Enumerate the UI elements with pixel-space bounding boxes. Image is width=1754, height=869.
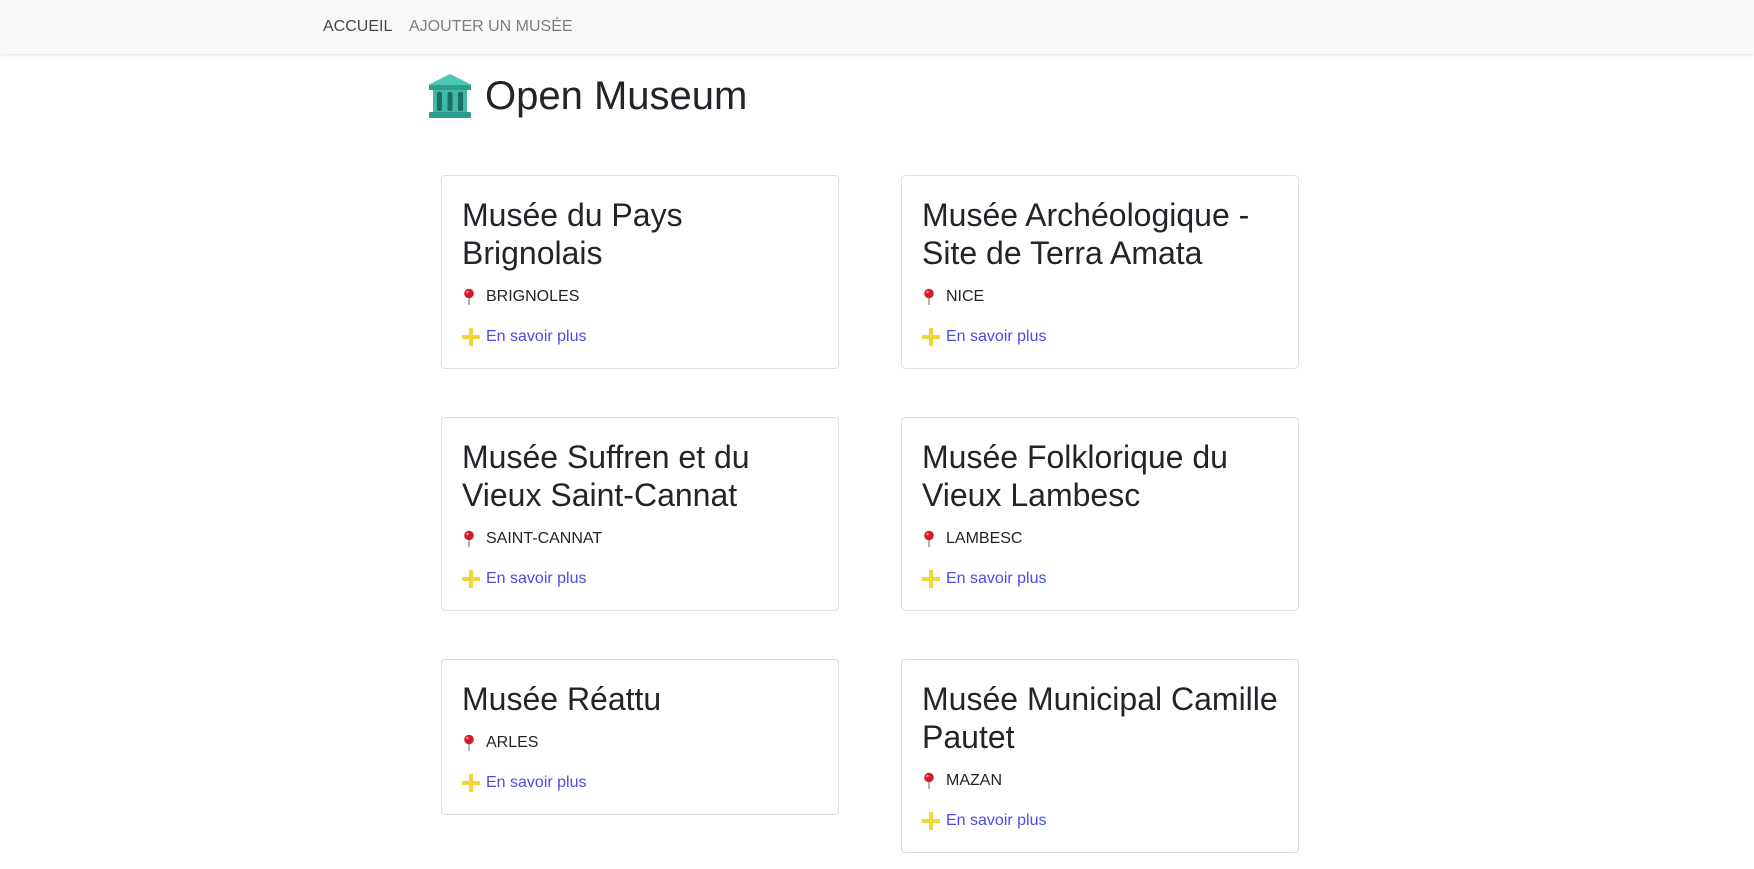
museum-name: Musée Réattu	[462, 681, 662, 717]
museum-name: Musée Suffren et du Vieux Saint-Cannat	[462, 439, 750, 513]
museum-city: Saint-Cannat	[486, 530, 603, 547]
museum-city: Mazan	[946, 772, 1002, 789]
museum-city: Arles	[486, 734, 539, 751]
learn-more-label[interactable]: En savoir plus	[946, 328, 1047, 346]
nav-link-add-museum[interactable]: Ajouter un musée	[409, 18, 573, 36]
plus-icon	[462, 774, 480, 792]
learn-more-link[interactable]: En savoir plus	[922, 326, 1278, 348]
pin-icon	[922, 772, 936, 790]
pin-icon	[462, 734, 476, 752]
museum-location: Saint-Cannat	[462, 528, 818, 550]
learn-more-link[interactable]: En savoir plus	[922, 810, 1278, 832]
museum-name: Musée du Pays Brignolais	[462, 197, 683, 271]
museum-card: Musée Folklorique du Vieux Lambesc Lambe…	[901, 417, 1299, 611]
learn-more-label[interactable]: En savoir plus	[486, 774, 587, 792]
museum-card: Musée du Pays Brignolais Brignoles En sa…	[441, 175, 839, 369]
learn-more-link[interactable]: En savoir plus	[462, 772, 818, 794]
museum-name: Musée Folklorique du Vieux Lambesc	[922, 439, 1228, 513]
plus-icon	[462, 328, 480, 346]
plus-icon	[922, 570, 940, 588]
learn-more-link[interactable]: En savoir plus	[462, 326, 818, 348]
museum-location: Mazan	[922, 770, 1278, 792]
museum-city: Lambesc	[946, 530, 1023, 547]
pin-icon	[462, 530, 476, 548]
learn-more-label[interactable]: En savoir plus	[946, 812, 1047, 830]
learn-more-label[interactable]: En savoir plus	[486, 570, 587, 588]
top-navbar: Accueil Ajouter un musée	[0, 0, 1754, 54]
pin-icon	[922, 288, 936, 306]
learn-more-link[interactable]: En savoir plus	[922, 568, 1278, 590]
museum-location: Lambesc	[922, 528, 1278, 550]
pin-icon	[922, 530, 936, 548]
learn-more-label[interactable]: En savoir plus	[946, 570, 1047, 588]
museum-location: Nice	[922, 286, 1278, 308]
museum-card: Musée Archéologique - Site de Terra Amat…	[901, 175, 1299, 369]
museum-building-icon	[426, 72, 474, 120]
page-title: Open Museum	[426, 70, 747, 122]
learn-more-label[interactable]: En savoir plus	[486, 328, 587, 346]
museum-name: Musée Municipal Camille Pautet	[922, 681, 1278, 755]
museum-location: Arles	[462, 732, 818, 754]
nav-link-home[interactable]: Accueil	[323, 18, 392, 36]
pin-icon	[462, 288, 476, 306]
plus-icon	[462, 570, 480, 588]
museum-card: Musée Réattu Arles En savoir plus	[441, 659, 839, 815]
museum-city: Brignoles	[486, 288, 580, 305]
page-title-text: Open Museum	[485, 73, 748, 118]
museum-city: Nice	[946, 288, 985, 305]
plus-icon	[922, 328, 940, 346]
plus-icon	[922, 812, 940, 830]
museum-card: Musée Suffren et du Vieux Saint-Cannat S…	[441, 417, 839, 611]
museum-card: Musée Municipal Camille Pautet Mazan En …	[901, 659, 1299, 853]
museum-name: Musée Archéologique - Site de Terra Amat…	[922, 197, 1250, 271]
museum-location: Brignoles	[462, 286, 818, 308]
learn-more-link[interactable]: En savoir plus	[462, 568, 818, 590]
